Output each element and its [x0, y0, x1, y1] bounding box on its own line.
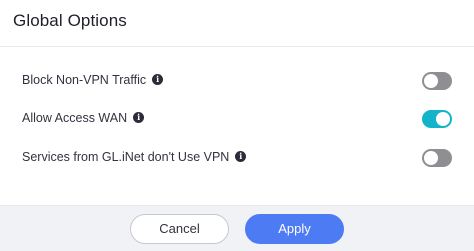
services-from-glinet-toggle[interactable]: [422, 149, 452, 167]
option-label-text: Allow Access WAN: [22, 111, 128, 125]
dialog-header: Global Options: [0, 0, 474, 47]
dialog-body: Block Non-VPN Traffic i Allow Access WAN i…: [0, 48, 474, 205]
toggle-knob: [424, 151, 438, 165]
option-allow-access-wan: Allow Access WAN i: [0, 107, 474, 131]
option-services-from-glinet: Services from GL.iNet don't Use VPN i: [0, 146, 474, 170]
allow-access-wan-toggle[interactable]: [422, 110, 452, 128]
option-label: Allow Access WAN i: [22, 111, 145, 125]
apply-button[interactable]: Apply: [245, 214, 344, 244]
info-icon[interactable]: i: [133, 112, 145, 124]
option-label: Block Non-VPN Traffic i: [22, 73, 164, 87]
block-non-vpn-traffic-toggle[interactable]: [422, 72, 452, 90]
toggle-knob: [436, 112, 450, 126]
info-icon[interactable]: i: [152, 74, 164, 86]
option-block-non-vpn-traffic: Block Non-VPN Traffic i: [0, 69, 474, 93]
info-icon[interactable]: i: [235, 151, 247, 163]
option-label: Services from GL.iNet don't Use VPN i: [22, 150, 247, 164]
toggle-knob: [424, 74, 438, 88]
cancel-button[interactable]: Cancel: [130, 214, 229, 244]
dialog-footer: Cancel Apply: [0, 205, 474, 251]
global-options-dialog: Global Options Block Non-VPN Traffic i Al…: [0, 0, 474, 251]
dialog-title: Global Options: [13, 11, 127, 30]
option-label-text: Services from GL.iNet don't Use VPN: [22, 150, 230, 164]
option-label-text: Block Non-VPN Traffic: [22, 73, 147, 87]
